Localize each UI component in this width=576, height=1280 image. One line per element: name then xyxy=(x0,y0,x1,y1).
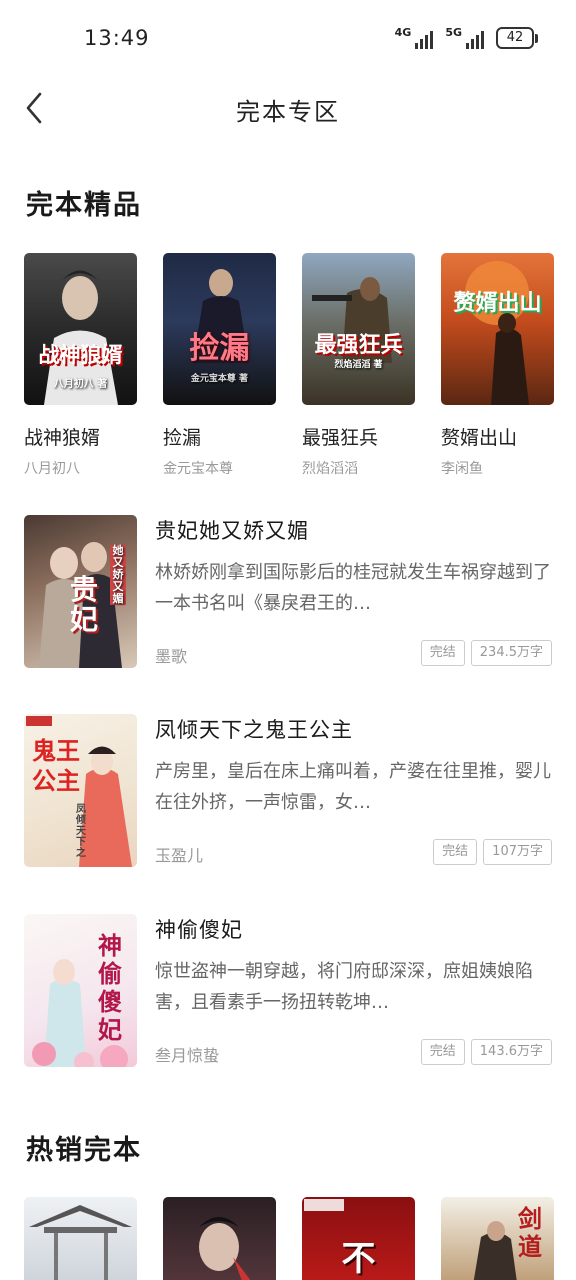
grid-book[interactable]: 战神狼婿 八月初八 著 战神狼婿 八月初八 xyxy=(24,253,137,478)
status-time: 13:49 xyxy=(84,26,150,50)
featured-book-grid: 战神狼婿 八月初八 著 战神狼婿 八月初八 捡漏 金元宝本尊 著 捡漏 金元宝本… xyxy=(24,253,554,478)
book-cover[interactable] xyxy=(24,1197,137,1280)
book-title: 贵妃她又娇又媚 xyxy=(155,519,309,543)
book-cover[interactable]: 剑道 xyxy=(441,1197,554,1280)
book-tags: 完结 107万字 xyxy=(433,839,552,865)
word-count-badge: 107万字 xyxy=(483,839,552,865)
grid-book[interactable]: 捡漏 金元宝本尊 著 捡漏 金元宝本尊 xyxy=(163,253,276,478)
status-badge: 完结 xyxy=(420,1039,465,1065)
list-item[interactable]: 鬼王公主 凤倾天下之 凤倾天下之鬼王公主 产房里，皇后在床上痛叫着，产婆在往里推… xyxy=(24,714,554,867)
book-author: 叁月惊蛰 xyxy=(155,1046,220,1065)
section-title-hot: 热销完本 xyxy=(26,1135,142,1166)
book-cover[interactable]: 不 xyxy=(302,1197,415,1280)
status-icons: 4G 5G 42 xyxy=(395,27,538,49)
book-author: 李闲鱼 xyxy=(441,461,483,477)
book-title: 战神狼婿 xyxy=(24,427,101,449)
book-cover: 最强狂兵 烈焰滔滔 著 xyxy=(302,253,415,405)
list-item[interactable]: 神偷傻妃 神偷傻妃 惊世盗神一朝穿越，将门府邸深深，庶姐姨娘陷害，且看素手一扬扭… xyxy=(24,914,554,1067)
book-cover: 贵妃 她又娇又媚 xyxy=(24,515,137,668)
status-bar: 13:49 4G 5G 42 xyxy=(0,0,576,78)
book-description: 惊世盗神一朝穿越，将门府邸深深，庶姐姨娘陷害，且看素手一扬扭转乾坤… xyxy=(155,961,533,1013)
signal-4g-icon: 4G xyxy=(395,27,434,49)
book-description: 林娇娇刚拿到国际影后的桂冠就发生车祸穿越到了一本书名叫《暴戾君王的… xyxy=(155,562,551,614)
signal-5g-icon: 5G xyxy=(445,27,484,49)
book-title: 赘婿出山 xyxy=(441,427,518,449)
book-author: 八月初八 xyxy=(24,461,80,477)
book-cover: 赘婿出山 xyxy=(441,253,554,405)
book-cover: 鬼王公主 凤倾天下之 xyxy=(24,714,137,867)
status-badge: 完结 xyxy=(433,839,478,865)
status-badge: 完结 xyxy=(420,640,465,666)
book-cover: 战神狼婿 八月初八 著 xyxy=(24,253,137,405)
book-cover: 神偷傻妃 xyxy=(24,914,137,1067)
hot-book-row: 不 剑道 xyxy=(24,1197,554,1280)
book-cover[interactable] xyxy=(163,1197,276,1280)
list-item[interactable]: 贵妃 她又娇又媚 贵妃她又娇又媚 林娇娇刚拿到国际影后的桂冠就发生车祸穿越到了一… xyxy=(24,515,554,668)
book-author: 墨歌 xyxy=(155,647,188,666)
word-count-badge: 234.5万字 xyxy=(470,640,552,666)
book-author: 金元宝本尊 xyxy=(163,461,233,477)
book-title: 捡漏 xyxy=(163,427,202,449)
word-count-badge: 143.6万字 xyxy=(470,1039,552,1065)
book-cover: 捡漏 金元宝本尊 著 xyxy=(163,253,276,405)
battery-icon: 42 xyxy=(496,27,538,49)
book-tags: 完结 143.6万字 xyxy=(420,1039,552,1065)
book-title: 神偷傻妃 xyxy=(155,918,243,942)
nav-bar: 完本专区 xyxy=(0,78,576,140)
book-title: 凤倾天下之鬼王公主 xyxy=(155,718,353,742)
book-tags: 完结 234.5万字 xyxy=(420,640,552,666)
section-title-featured: 完本精品 xyxy=(26,190,142,221)
book-description: 产房里，皇后在床上痛叫着，产婆在往里推，婴儿在往外挤，一声惊雷，女… xyxy=(155,761,551,813)
grid-book[interactable]: 最强狂兵 烈焰滔滔 著 最强狂兵 烈焰滔滔 xyxy=(302,253,415,478)
book-author: 烈焰滔滔 xyxy=(302,461,358,477)
page-title: 完本专区 xyxy=(236,98,340,126)
battery-level: 42 xyxy=(496,27,534,49)
book-title: 最强狂兵 xyxy=(302,427,379,449)
book-author: 玉盈儿 xyxy=(155,846,204,865)
grid-book[interactable]: 赘婿出山 赘婿出山 李闲鱼 xyxy=(441,253,554,478)
